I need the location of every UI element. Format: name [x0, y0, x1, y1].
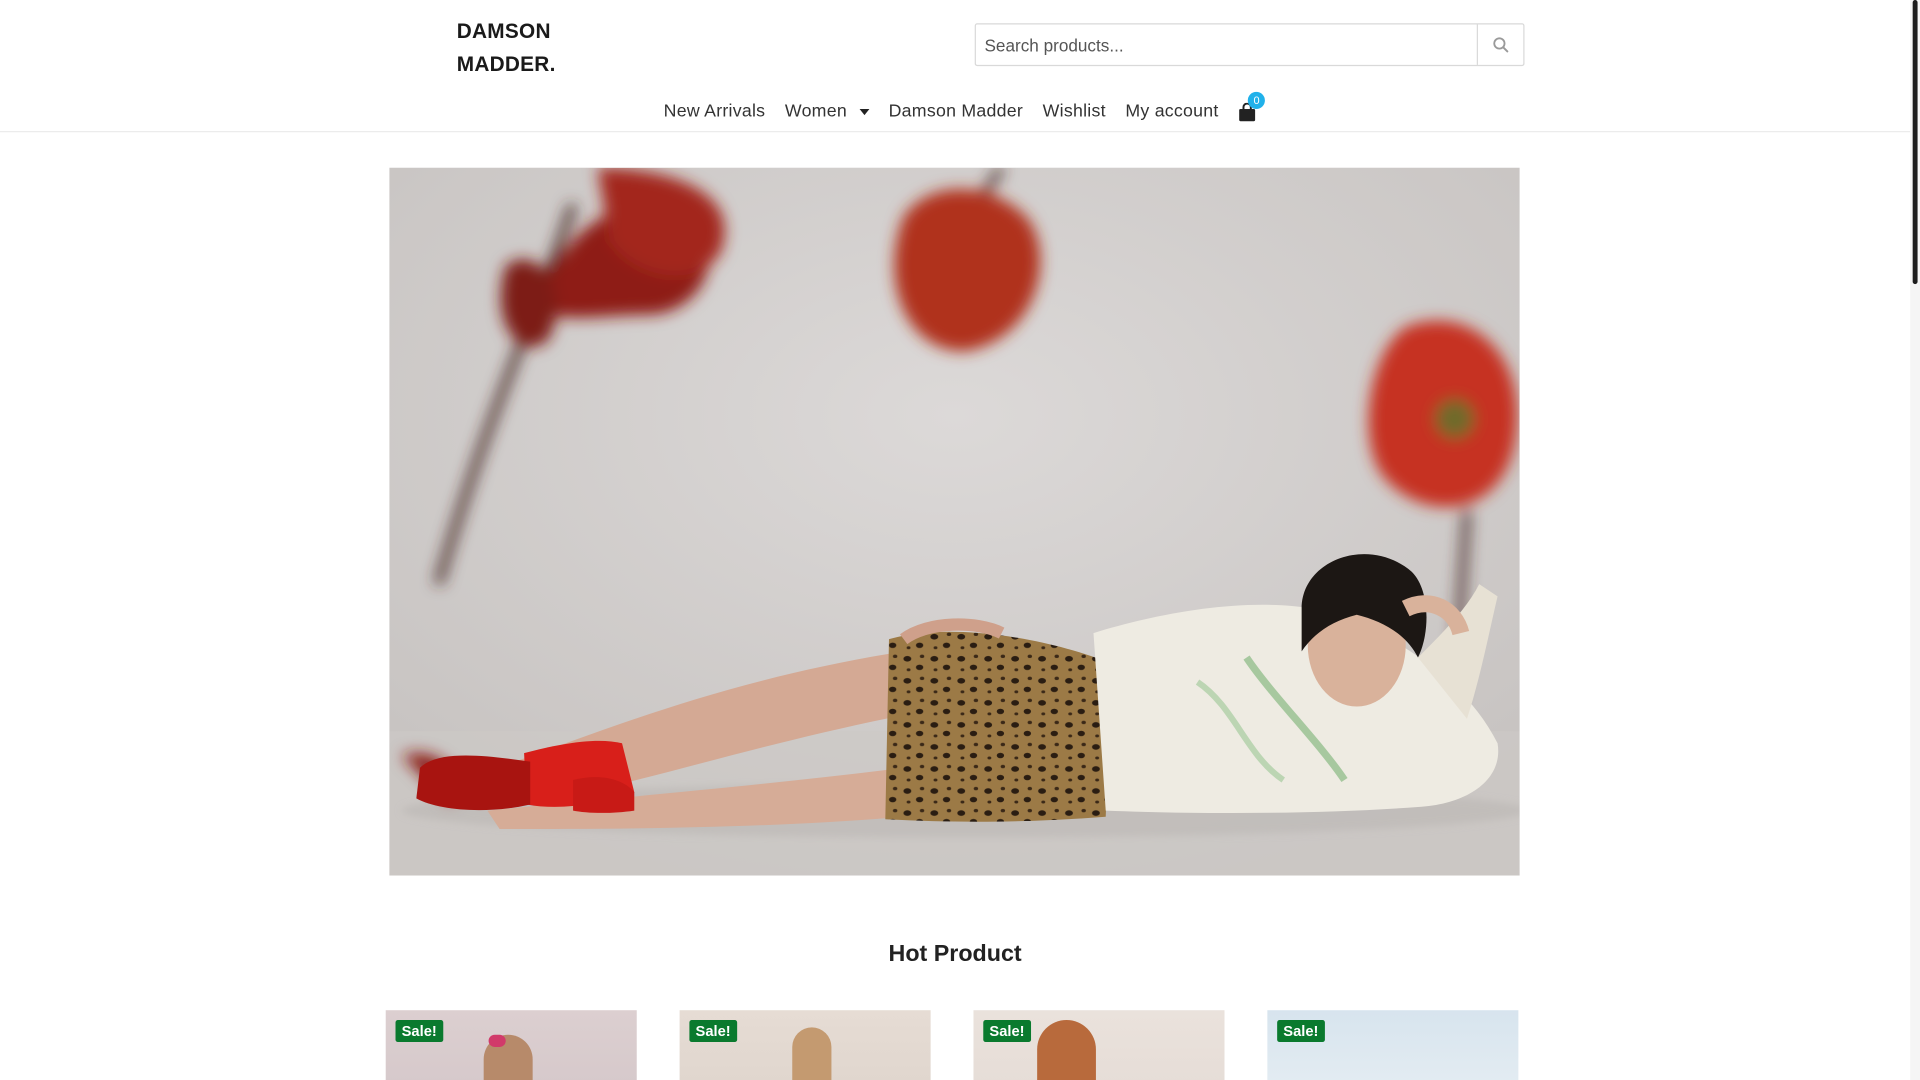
hero-photo: [389, 167, 1520, 876]
nav-item-women-label: Women: [784, 101, 847, 122]
hero-banner-image[interactable]: [389, 167, 1520, 876]
nav-item-my-account[interactable]: My account: [1116, 102, 1229, 122]
nav-item-new-arrivals[interactable]: New Arrivals: [654, 102, 775, 122]
chevron-down-icon: [859, 108, 870, 115]
search-button[interactable]: [1476, 24, 1524, 65]
product-card[interactable]: Sale!: [973, 1010, 1225, 1080]
main-navigation: New Arrivals Women Damson Madder Wishlis…: [654, 91, 1266, 128]
section-title-hot-product: Hot Product: [888, 941, 1022, 968]
product-card[interactable]: Sale!: [1267, 1010, 1519, 1080]
nav-item-wishlist[interactable]: Wishlist: [1033, 102, 1116, 122]
nav-item-damson-madder[interactable]: Damson Madder: [879, 102, 1033, 122]
sale-badge: Sale!: [395, 1020, 443, 1043]
product-thumbnail: [1037, 1020, 1096, 1080]
product-card[interactable]: Sale!: [679, 1010, 931, 1080]
product-search-form: [974, 23, 1525, 67]
cart-button[interactable]: 0: [1238, 91, 1266, 122]
sale-badge: Sale!: [1277, 1020, 1325, 1043]
brand-logo-line2: MADDER.: [456, 52, 556, 76]
product-thumbnail: [792, 1027, 832, 1080]
site-header: DAMSON MADDER. New Arrivals Women Damson…: [0, 0, 1911, 133]
product-card[interactable]: Sale!: [385, 1010, 637, 1080]
cart-count-badge: 0: [1247, 91, 1266, 109]
scrollbar-thumb[interactable]: [1912, 0, 1918, 285]
page-scrollbar[interactable]: [1910, 0, 1920, 1080]
brand-logo-line1: DAMSON: [456, 19, 551, 43]
sale-badge: Sale!: [689, 1020, 737, 1043]
hot-product-list: Sale! Sale! Sale! Sale!: [385, 1010, 1520, 1080]
sale-badge: Sale!: [983, 1020, 1031, 1043]
brand-logo[interactable]: DAMSON MADDER.: [457, 15, 556, 81]
search-icon: [1493, 37, 1509, 53]
hair-bow: [488, 1034, 506, 1047]
search-input[interactable]: [975, 24, 1477, 65]
nav-item-women[interactable]: Women: [775, 101, 879, 122]
